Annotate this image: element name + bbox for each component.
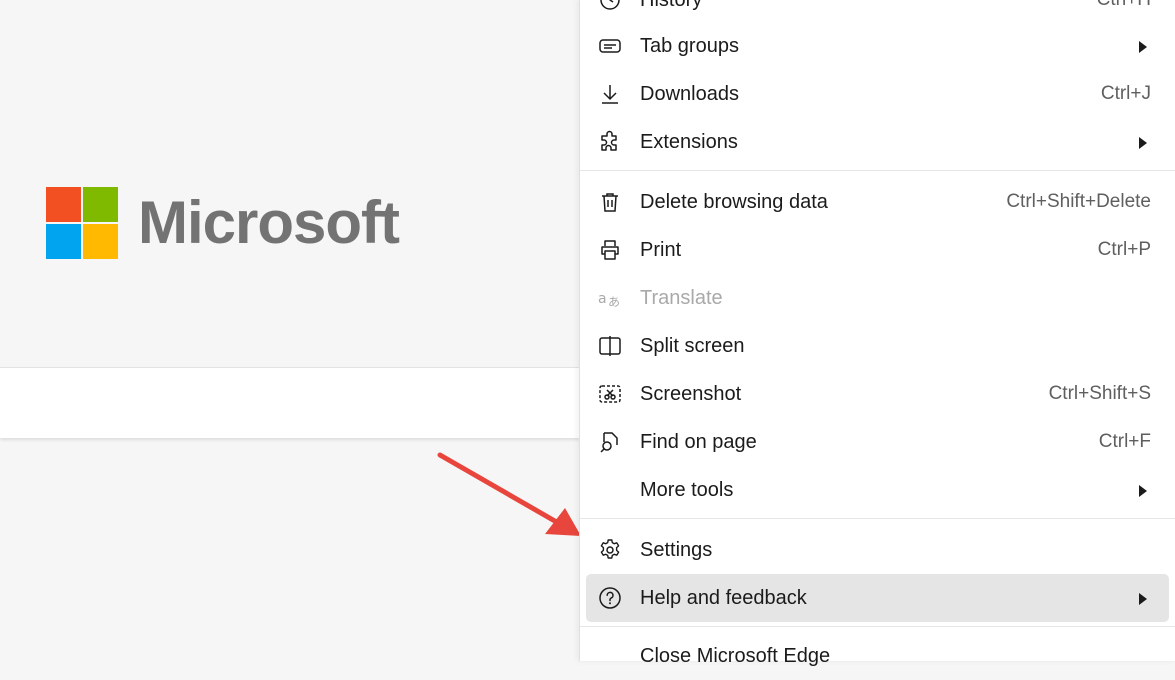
menu-item-label: Print bbox=[640, 239, 682, 261]
translate-icon: a あ bbox=[598, 291, 620, 309]
menu-divider bbox=[580, 518, 1175, 519]
menu-item-shortcut: Ctrl+Shift+Delete bbox=[1006, 191, 1151, 212]
menu-item-extensions[interactable]: Extensions bbox=[586, 118, 1169, 166]
menu-item-label: Extensions bbox=[640, 131, 738, 153]
help-icon bbox=[599, 587, 621, 609]
menu-item-label: Close Microsoft Edge bbox=[640, 645, 831, 667]
menu-divider bbox=[580, 626, 1175, 627]
menu-item-split-screen[interactable]: Split screen bbox=[586, 322, 1169, 370]
menu-item-label: Split screen bbox=[640, 335, 745, 357]
printer-icon bbox=[601, 240, 619, 260]
find-icon bbox=[600, 432, 618, 453]
svg-text:a: a bbox=[598, 291, 607, 307]
menu-item-label: History bbox=[640, 0, 703, 11]
menu-item-shortcut: Ctrl+H bbox=[1097, 0, 1151, 24]
menu-item-label: Help and feedback bbox=[640, 587, 807, 609]
tab-groups-icon bbox=[599, 39, 621, 53]
menu-item-label: More tools bbox=[640, 479, 734, 501]
gear-icon bbox=[600, 539, 620, 559]
chevron-right-icon bbox=[1139, 485, 1147, 497]
menu-item-print[interactable]: Print Ctrl+P bbox=[586, 226, 1169, 274]
menu-item-delete-browsing-data[interactable]: Delete browsing data Ctrl+Shift+Delete bbox=[586, 178, 1169, 226]
menu-item-label: Settings bbox=[640, 539, 713, 561]
svg-text:あ: あ bbox=[608, 295, 620, 309]
history-icon bbox=[600, 0, 620, 10]
menu-item-screenshot[interactable]: Screenshot Ctrl+Shift+S bbox=[586, 370, 1169, 418]
menu-divider bbox=[580, 170, 1175, 171]
menu-item-shortcut: Ctrl+F bbox=[1098, 431, 1151, 452]
split-screen-icon bbox=[599, 336, 621, 356]
menu-item-history[interactable]: History Ctrl+H bbox=[586, 0, 1169, 24]
menu-item-label: Find on page bbox=[640, 431, 757, 453]
chevron-right-icon bbox=[1139, 41, 1147, 53]
menu-item-downloads[interactable]: Downloads Ctrl+J bbox=[586, 70, 1169, 118]
menu-item-tab-groups[interactable]: Tab groups bbox=[586, 22, 1169, 70]
menu-item-shortcut: Ctrl+J bbox=[1100, 83, 1151, 104]
menu-item-label: Screenshot bbox=[640, 383, 742, 405]
menu-item-find-on-page[interactable]: Find on page Ctrl+F bbox=[586, 418, 1169, 466]
puzzle-icon bbox=[601, 130, 617, 151]
menu-item-more-tools[interactable]: More tools bbox=[586, 466, 1169, 514]
menu-item-close-edge[interactable]: Close Microsoft Edge bbox=[586, 632, 1169, 680]
menu-item-label: Delete browsing data bbox=[640, 191, 828, 213]
menu-item-label: Tab groups bbox=[640, 35, 739, 57]
settings-and-more-menu: History Ctrl+H Tab groups Downloads Ctrl… bbox=[579, 0, 1175, 667]
chevron-right-icon bbox=[1139, 593, 1147, 605]
menu-item-label: Translate bbox=[640, 287, 723, 309]
menu-item-help-and-feedback[interactable]: Help and feedback bbox=[586, 574, 1169, 622]
menu-item-shortcut: Ctrl+P bbox=[1097, 239, 1151, 260]
menu-item-shortcut: Ctrl+Shift+S bbox=[1048, 383, 1151, 404]
menu-item-settings[interactable]: Settings bbox=[586, 526, 1169, 574]
menu-item-translate: a あ Translate bbox=[586, 274, 1169, 322]
chevron-right-icon bbox=[1139, 137, 1147, 149]
trash-icon bbox=[602, 193, 618, 212]
download-icon bbox=[602, 85, 618, 104]
screenshot-icon bbox=[599, 385, 621, 403]
menu-item-label: Downloads bbox=[640, 83, 739, 105]
